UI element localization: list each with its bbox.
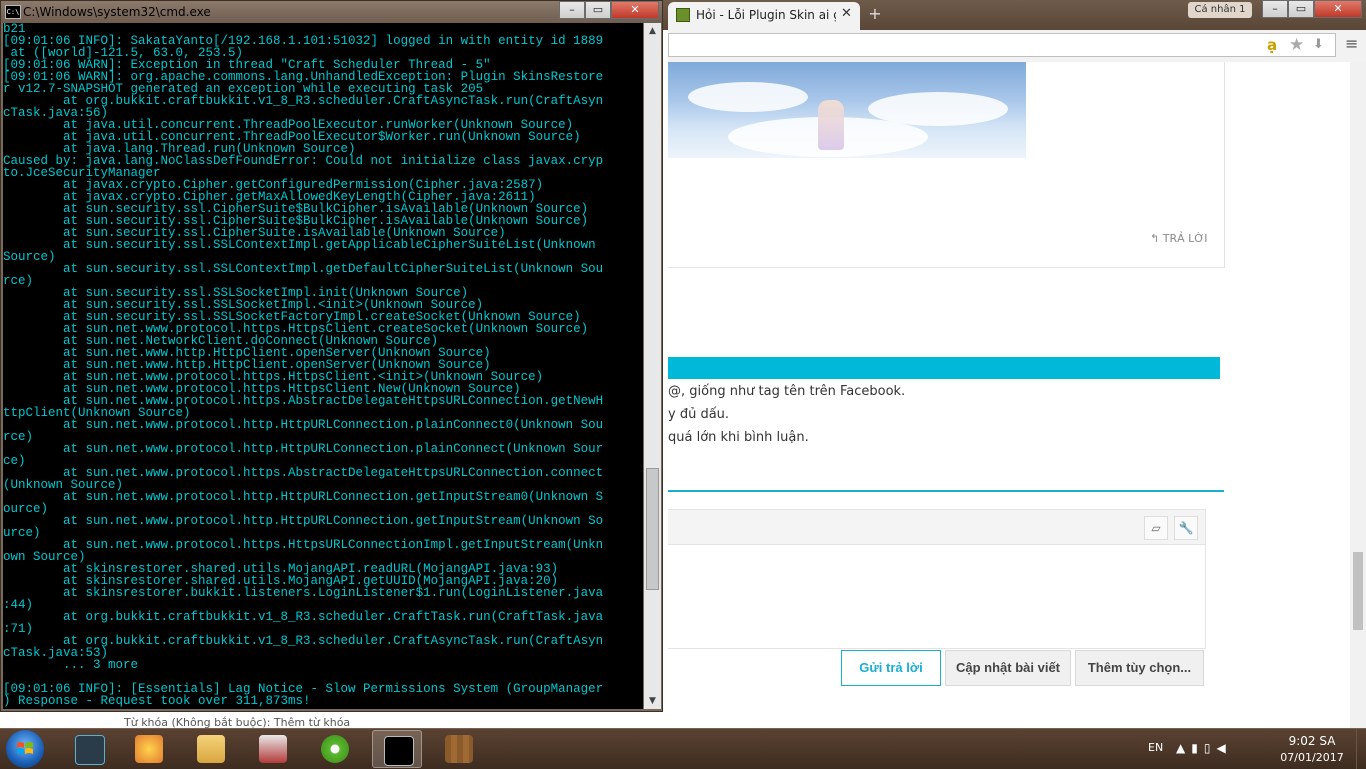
clock-date[interactable]: 07/01/2017 — [1276, 751, 1348, 764]
start-button[interactable] — [6, 730, 44, 768]
volume-icon[interactable]: ◀ — [1216, 741, 1231, 755]
cmd-close-icon[interactable]: ✕ — [611, 1, 659, 19]
tray-arrow-icon[interactable]: ▲ — [1176, 741, 1191, 755]
console-scrollbar[interactable]: ▲ ▼ — [644, 23, 661, 709]
page-scrollbar-thumb[interactable] — [1353, 552, 1363, 630]
console-line: at sun.security.ssl.SSLContextImpl.getDe… — [3, 262, 604, 276]
cmd-window: C:\ C:\Windows\system32\cmd.exe – ▭ ✕ b2… — [0, 0, 663, 712]
eraser-icon[interactable]: ▱ — [1144, 516, 1168, 540]
console-lines: b21 [09:01:06 INFO]: SakataYanto[/192.168… — [3, 23, 603, 707]
profile-button[interactable]: Cá nhân 1 — [1188, 2, 1252, 18]
console-line: ) Response - Request took over 311,873ms… — [3, 694, 311, 708]
console-line: at sun.net.www.protocol.https.HttpsURLCo… — [3, 538, 604, 552]
section-header-bar — [668, 357, 1220, 379]
battery-icon[interactable]: ▯ — [1204, 741, 1217, 755]
tab-title: Hỏi - Lỗi Plugin Skin ai giú — [696, 8, 836, 22]
console-line: at sun.security.ssl.SSLContextImpl.getAp… — [3, 238, 596, 252]
show-desktop-button[interactable] — [1356, 729, 1366, 769]
send-reply-button[interactable]: Gửi trả lời — [841, 650, 941, 686]
cmd-title: C:\Windows\system32\cmd.exe — [23, 5, 211, 19]
post-image — [668, 62, 1026, 158]
signal-icon[interactable]: ▮ — [1191, 741, 1204, 755]
window-close-icon[interactable]: ✕ — [1314, 0, 1362, 18]
console-scrollbar-thumb[interactable] — [646, 468, 659, 590]
download-icon[interactable]: ⬇ — [1313, 37, 1324, 52]
windows-logo-icon — [17, 742, 33, 754]
language-indicator[interactable]: EN — [1148, 741, 1163, 754]
address-bar[interactable]: ạ ★ ⬇ — [668, 33, 1336, 57]
minimize-icon[interactable]: – — [1262, 0, 1288, 18]
scroll-up-icon[interactable]: ▲ — [644, 23, 661, 39]
cmd-maximize-icon[interactable]: ▭ — [585, 1, 611, 19]
more-options-button[interactable]: Thêm tùy chọn... — [1075, 650, 1204, 686]
cmd-taskbar-icon[interactable] — [372, 730, 422, 768]
cmd-app-icon: C:\ — [5, 5, 21, 19]
minecraft-favicon-icon — [676, 8, 690, 22]
cmd-minimize-icon[interactable]: – — [559, 1, 585, 19]
post-box: ↰ TRẢ LỜI — [668, 62, 1225, 268]
close-icon[interactable]: ✕ — [841, 6, 852, 21]
taskbar: EN ▲▮▯◀ 9:02 SA 07/01/2017 — [0, 728, 1366, 769]
minecraft-taskbar-icon[interactable] — [434, 730, 484, 768]
editor-toolbar: ▱ 🔧 — [668, 510, 1205, 545]
clock-time[interactable]: 9:02 SA — [1282, 734, 1342, 748]
maximize-icon[interactable]: ▭ — [1288, 0, 1314, 18]
translate-icon[interactable]: ạ — [1267, 36, 1277, 54]
cmd-titlebar[interactable]: C:\ C:\Windows\system32\cmd.exe – ▭ ✕ — [1, 1, 662, 23]
explorer-taskbar-icon[interactable] — [186, 730, 236, 768]
update-post-button[interactable]: Cập nhật bài viết — [945, 650, 1071, 686]
scroll-down-icon[interactable]: ▼ — [644, 693, 661, 709]
hint-line: @, giống như tag tên trên Facebook. — [668, 384, 906, 399]
console-line: at sun.net.www.protocol.http.HttpURLConn… — [3, 514, 604, 528]
console-line: at skinsrestorer.bukkit.listeners.LoginL… — [3, 586, 604, 600]
menu-icon[interactable]: ≡ — [1345, 34, 1358, 53]
console-line: at sun.net.www.protocol.http.HttpURLConn… — [3, 418, 604, 432]
wrench-icon[interactable]: 🔧 — [1174, 516, 1198, 540]
browser-taskbar-icon[interactable] — [310, 730, 360, 768]
new-tab-icon[interactable]: + — [866, 5, 884, 23]
reply-icon: ↰ — [1150, 232, 1163, 245]
reply-editor[interactable]: ▱ 🔧 — [668, 509, 1206, 649]
tray-icons[interactable]: ▲▮▯◀ — [1176, 741, 1232, 755]
console-line: at sun.net.www.protocol.http.HttpURLConn… — [3, 490, 604, 504]
hint-line: quá lớn khi bình luận. — [668, 430, 809, 445]
nox-taskbar-icon[interactable] — [64, 730, 114, 768]
browser-toolbar: ạ ★ ⬇ ≡ — [668, 30, 1366, 63]
page-content: ↰ TRẢ LỜI @, giống như tag tên trên Face… — [668, 62, 1366, 728]
browser-tab[interactable]: Hỏi - Lỗi Plugin Skin ai giú ✕ — [668, 2, 860, 30]
app-taskbar-icon[interactable] — [248, 730, 298, 768]
reply-label: TRẢ LỜI — [1162, 232, 1208, 245]
console-line: at org.bukkit.craftbukkit.v1_8_R3.schedu… — [3, 610, 604, 624]
editor-divider — [668, 490, 1224, 492]
hint-line: y đủ dấu. — [668, 407, 730, 422]
console-line: ... 3 more — [3, 658, 139, 672]
bookmark-star-icon[interactable]: ★ — [1289, 35, 1304, 55]
console-output[interactable]: b21 [09:01:06 INFO]: SakataYanto[/192.168… — [3, 23, 643, 709]
reply-link[interactable]: ↰ TRẢ LỜI — [1150, 232, 1208, 245]
console-line: at sun.net.www.protocol.http.HttpURLConn… — [3, 442, 604, 456]
paint-taskbar-icon[interactable] — [124, 730, 174, 768]
